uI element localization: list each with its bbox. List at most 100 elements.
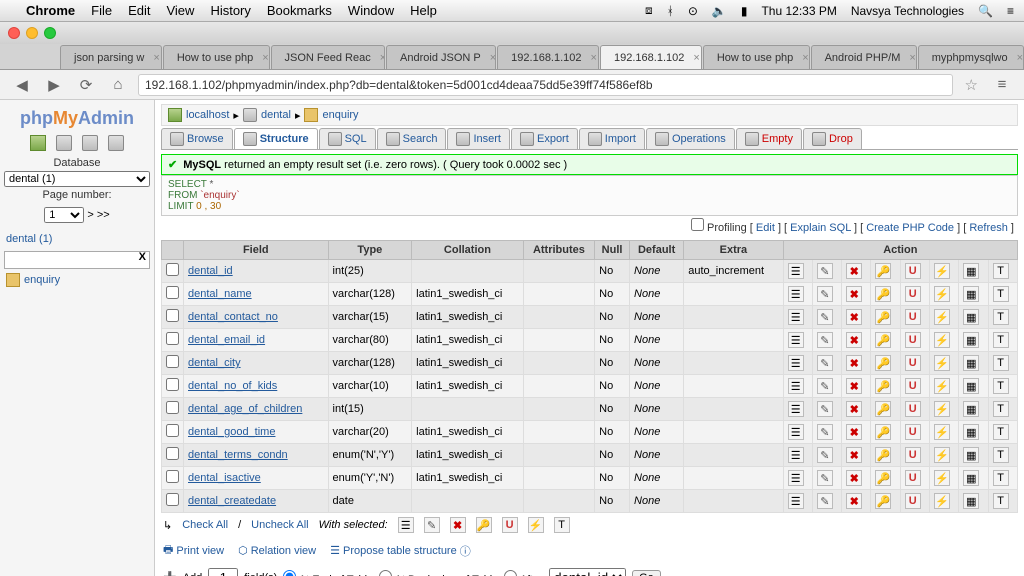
tab-insert[interactable]: Insert xyxy=(447,128,510,149)
index-icon[interactable]: ⚡ xyxy=(934,355,950,371)
browse-icon[interactable]: ☰ xyxy=(788,355,804,371)
unique-icon[interactable]: U xyxy=(905,401,921,417)
field-name-link[interactable]: dental_contact_no xyxy=(188,311,278,323)
primary-key-icon[interactable]: 🔑 xyxy=(875,493,891,509)
index-icon[interactable]: ⚡ xyxy=(934,401,950,417)
close-tab-icon[interactable]: × xyxy=(153,52,159,64)
primary-key-icon[interactable]: 🔑 xyxy=(875,309,891,325)
minimize-window-icon[interactable] xyxy=(26,27,38,39)
ws-edit-icon[interactable]: ✎ xyxy=(424,517,440,533)
browse-icon[interactable]: ☰ xyxy=(788,401,804,417)
menu-app[interactable]: Chrome xyxy=(26,3,75,18)
menu-bookmarks[interactable]: Bookmarks xyxy=(267,3,332,18)
close-tab-icon[interactable]: × xyxy=(591,52,597,64)
breadcrumb-table[interactable]: enquiry xyxy=(322,109,358,121)
close-tab-icon[interactable]: × xyxy=(380,52,385,64)
close-tab-icon[interactable]: × xyxy=(693,52,699,64)
browse-icon[interactable]: ☰ xyxy=(788,378,804,394)
spatial-icon[interactable]: ▦ xyxy=(963,378,979,394)
zoom-window-icon[interactable] xyxy=(44,27,56,39)
forward-button[interactable]: ▶ xyxy=(42,73,66,97)
edit-icon[interactable]: ✎ xyxy=(817,355,833,371)
ws-fulltext-icon[interactable]: T xyxy=(554,517,570,533)
create-php-link[interactable]: Create PHP Code xyxy=(866,222,954,234)
unique-icon[interactable]: U xyxy=(905,470,921,486)
tab-export[interactable]: Export xyxy=(511,128,578,149)
unique-icon[interactable]: U xyxy=(905,286,921,302)
menu-extras-icon[interactable]: ≡ xyxy=(1007,4,1014,18)
close-tab-icon[interactable]: × xyxy=(262,52,268,64)
browse-icon[interactable]: ☰ xyxy=(788,286,804,302)
row-checkbox[interactable] xyxy=(166,424,179,437)
breadcrumb-host[interactable]: localhost xyxy=(186,109,229,121)
primary-key-icon[interactable]: 🔑 xyxy=(875,263,891,279)
field-name-link[interactable]: dental_email_id xyxy=(188,334,265,346)
fulltext-icon[interactable]: T xyxy=(993,493,1009,509)
index-icon[interactable]: ⚡ xyxy=(934,424,950,440)
ws-browse-icon[interactable]: ☰ xyxy=(398,517,414,533)
explain-sql-link[interactable]: Explain SQL xyxy=(790,222,851,234)
tab-empty[interactable]: Empty xyxy=(736,128,802,149)
row-checkbox[interactable] xyxy=(166,401,179,414)
browser-tab[interactable]: JSON Feed Reac× xyxy=(271,45,386,69)
field-name-link[interactable]: dental_name xyxy=(188,288,252,300)
fulltext-icon[interactable]: T xyxy=(993,470,1009,486)
menu-window[interactable]: Window xyxy=(348,3,394,18)
row-checkbox[interactable] xyxy=(166,309,179,322)
spatial-icon[interactable]: ▦ xyxy=(963,424,979,440)
fulltext-icon[interactable]: T xyxy=(993,378,1009,394)
edit-icon[interactable]: ✎ xyxy=(817,309,833,325)
bookmark-star-icon[interactable]: ☆ xyxy=(961,76,982,94)
unique-icon[interactable]: U xyxy=(905,355,921,371)
browser-tab[interactable]: 192.168.1.102× xyxy=(600,45,702,69)
row-checkbox[interactable] xyxy=(166,332,179,345)
dropbox-icon[interactable]: ⧈ xyxy=(645,3,653,18)
unique-icon[interactable]: U xyxy=(905,424,921,440)
edit-icon[interactable]: ✎ xyxy=(817,470,833,486)
drop-icon[interactable]: ✖ xyxy=(846,263,862,279)
add-count-input[interactable] xyxy=(208,568,238,576)
edit-icon[interactable]: ✎ xyxy=(817,424,833,440)
drop-icon[interactable]: ✖ xyxy=(846,493,862,509)
browse-icon[interactable]: ☰ xyxy=(788,263,804,279)
index-icon[interactable]: ⚡ xyxy=(934,447,950,463)
breadcrumb-db[interactable]: dental xyxy=(261,109,291,121)
edit-icon[interactable]: ✎ xyxy=(817,378,833,394)
unique-icon[interactable]: U xyxy=(905,263,921,279)
help-icon[interactable]: ⓘ xyxy=(460,543,471,559)
relation-view-link[interactable]: ⬡Relation view xyxy=(238,544,316,557)
propose-structure-link[interactable]: ☰Propose table structure ⓘ xyxy=(330,543,471,559)
after-radio[interactable] xyxy=(504,570,517,576)
close-window-icon[interactable] xyxy=(8,27,20,39)
at-beginning-radio[interactable] xyxy=(379,570,392,576)
menu-view[interactable]: View xyxy=(166,3,194,18)
edit-sql-link[interactable]: Edit xyxy=(756,222,775,234)
fulltext-icon[interactable]: T xyxy=(993,401,1009,417)
unique-icon[interactable]: U xyxy=(905,378,921,394)
browser-tab[interactable]: Android PHP/M× xyxy=(811,45,917,69)
primary-key-icon[interactable]: 🔑 xyxy=(875,332,891,348)
row-checkbox[interactable] xyxy=(166,286,179,299)
tab-import[interactable]: Import xyxy=(579,128,645,149)
browse-icon[interactable]: ☰ xyxy=(788,493,804,509)
spatial-icon[interactable]: ▦ xyxy=(963,263,979,279)
docs-icon[interactable] xyxy=(108,135,124,151)
field-name-link[interactable]: dental_good_time xyxy=(188,426,275,438)
edit-icon[interactable]: ✎ xyxy=(817,401,833,417)
edit-icon[interactable]: ✎ xyxy=(817,493,833,509)
spatial-icon[interactable]: ▦ xyxy=(963,401,979,417)
tab-structure[interactable]: Structure xyxy=(234,128,318,149)
row-checkbox[interactable] xyxy=(166,263,179,276)
fulltext-icon[interactable]: T xyxy=(993,309,1009,325)
index-icon[interactable]: ⚡ xyxy=(934,378,950,394)
browser-tab[interactable]: How to use php× xyxy=(163,45,270,69)
unique-icon[interactable]: U xyxy=(905,493,921,509)
close-tab-icon[interactable]: × xyxy=(909,52,915,64)
spatial-icon[interactable]: ▦ xyxy=(963,309,979,325)
browse-icon[interactable]: ☰ xyxy=(788,424,804,440)
unique-icon[interactable]: U xyxy=(905,309,921,325)
edit-icon[interactable]: ✎ xyxy=(817,447,833,463)
logout-icon[interactable] xyxy=(56,135,72,151)
spatial-icon[interactable]: ▦ xyxy=(963,286,979,302)
menu-history[interactable]: History xyxy=(210,3,250,18)
